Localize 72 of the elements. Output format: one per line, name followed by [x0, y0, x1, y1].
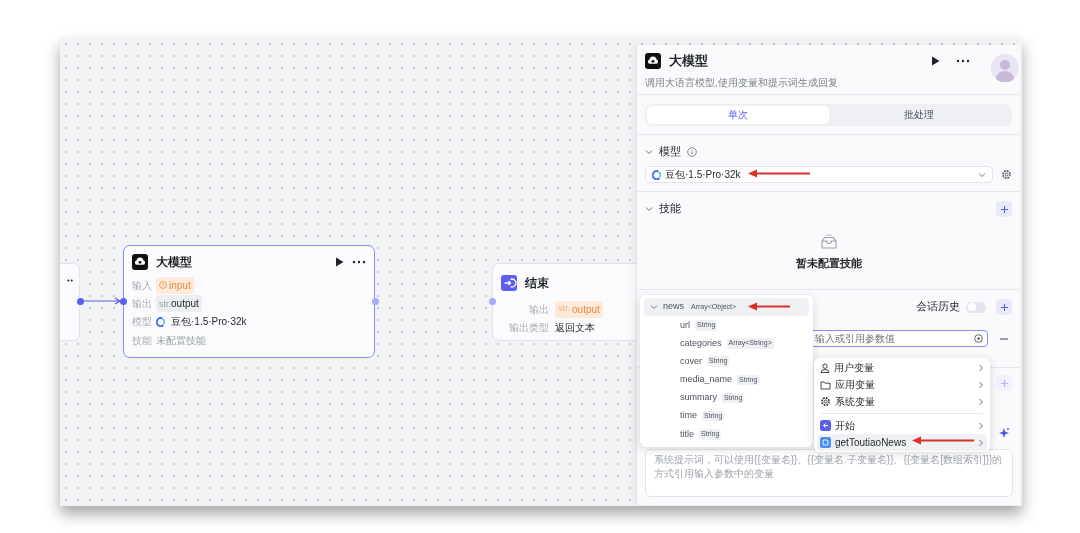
- settings-icon[interactable]: [820, 396, 831, 407]
- panel-title: 大模型: [669, 52, 708, 70]
- connection-handle[interactable]: [76, 297, 84, 305]
- exit-icon: [501, 275, 517, 291]
- menu-item[interactable]: 系统变量: [817, 393, 987, 410]
- history-label: 会话历史: [916, 299, 960, 315]
- play-icon[interactable]: [335, 257, 344, 267]
- more-icon[interactable]: [67, 279, 73, 282]
- field-label: 输出: [528, 302, 549, 317]
- chevron-down-icon[interactable]: [978, 171, 986, 178]
- plus-icon: [999, 378, 1009, 388]
- warning-icon: [159, 281, 167, 290]
- chevron-down-icon[interactable]: [650, 304, 658, 311]
- history-toggle[interactable]: [966, 301, 986, 313]
- empty-tray-icon: [818, 233, 839, 251]
- variable-tag: input: [156, 276, 194, 294]
- node-title: 大模型: [156, 254, 192, 271]
- settings-icon[interactable]: [1001, 169, 1012, 180]
- chevron-down-icon[interactable]: [645, 149, 653, 155]
- info-icon: [687, 147, 697, 157]
- annotation-arrow: [912, 436, 974, 445]
- annotation-arrow: [748, 302, 790, 311]
- field-label: 技能: [132, 333, 150, 348]
- section-title: 技能: [659, 201, 681, 217]
- more-icon[interactable]: [956, 59, 970, 63]
- connector-arrow: [82, 297, 122, 305]
- menu-item[interactable]: 开始: [817, 417, 987, 434]
- chevron-down-icon[interactable]: [645, 206, 653, 212]
- model-logo-icon: [652, 169, 661, 180]
- connection-handle[interactable]: [371, 297, 379, 305]
- input-field[interactable]: 输入或引用参数值: [810, 330, 988, 347]
- folder-icon: [820, 379, 831, 390]
- menu-item[interactable]: getToutiaoNews: [817, 434, 987, 451]
- panel-description: 调用大语言模型,使用变量和提示词生成回复: [645, 76, 839, 90]
- start-node-icon: [820, 420, 831, 431]
- field-value: 未配置技能: [156, 333, 206, 348]
- annotation-arrow: [748, 169, 810, 178]
- play-icon[interactable]: [931, 56, 940, 66]
- model-name: 豆包·1.5·Pro·32k: [171, 315, 247, 330]
- node-icon: [132, 254, 148, 270]
- connection-handle[interactable]: [119, 297, 127, 305]
- plus-icon: [999, 302, 1009, 312]
- add-button[interactable]: [996, 201, 1012, 217]
- empty-message: 暂未配置技能: [795, 256, 862, 271]
- field-label: 输入: [132, 278, 150, 293]
- target-icon[interactable]: [974, 334, 983, 343]
- plugin-node-icon: [820, 437, 831, 448]
- add-button[interactable]: [996, 299, 1012, 315]
- variable-tag: str. output: [555, 300, 603, 318]
- node-title: 结束: [525, 275, 549, 292]
- connection-handle[interactable]: [488, 297, 496, 305]
- prompt-field[interactable]: 系统提示词，可以使用{{变量名}}、{{变量名.子变量名}}、{{变量名[数组索引]}}的方式引用输入参数中的变量: [645, 449, 1013, 497]
- more-icon[interactable]: [352, 260, 366, 264]
- sparkle-icon[interactable]: [998, 427, 1010, 439]
- node-icon: [645, 53, 661, 69]
- field-label: 模型: [132, 315, 150, 330]
- menu-item[interactable]: 应用变量: [817, 376, 987, 393]
- model-logo-icon: [156, 316, 165, 327]
- plus-icon: [999, 204, 1009, 214]
- model-select[interactable]: 豆包·1.5·Pro·32k: [645, 166, 993, 183]
- field-label: 输出: [132, 296, 150, 311]
- node-card[interactable]: 结束 输出 str. output 输出类型 返回文本: [492, 263, 636, 341]
- user-icon: [820, 362, 830, 373]
- node-card[interactable]: 大模型 输入 input 输出 str.output 模型 豆包·1.5·Pro·32k 技能 未配置技能: [123, 245, 375, 358]
- field-value: 返回文本: [555, 320, 595, 335]
- tab[interactable]: 单次: [647, 106, 829, 124]
- field-label: 输出类型: [508, 320, 549, 335]
- tab[interactable]: 批处理: [828, 106, 1010, 124]
- section-title: 模型: [659, 144, 681, 160]
- menu-item[interactable]: 用户变量: [817, 359, 987, 376]
- avatar[interactable]: [991, 54, 1019, 82]
- variable-tag: str.output: [156, 294, 202, 313]
